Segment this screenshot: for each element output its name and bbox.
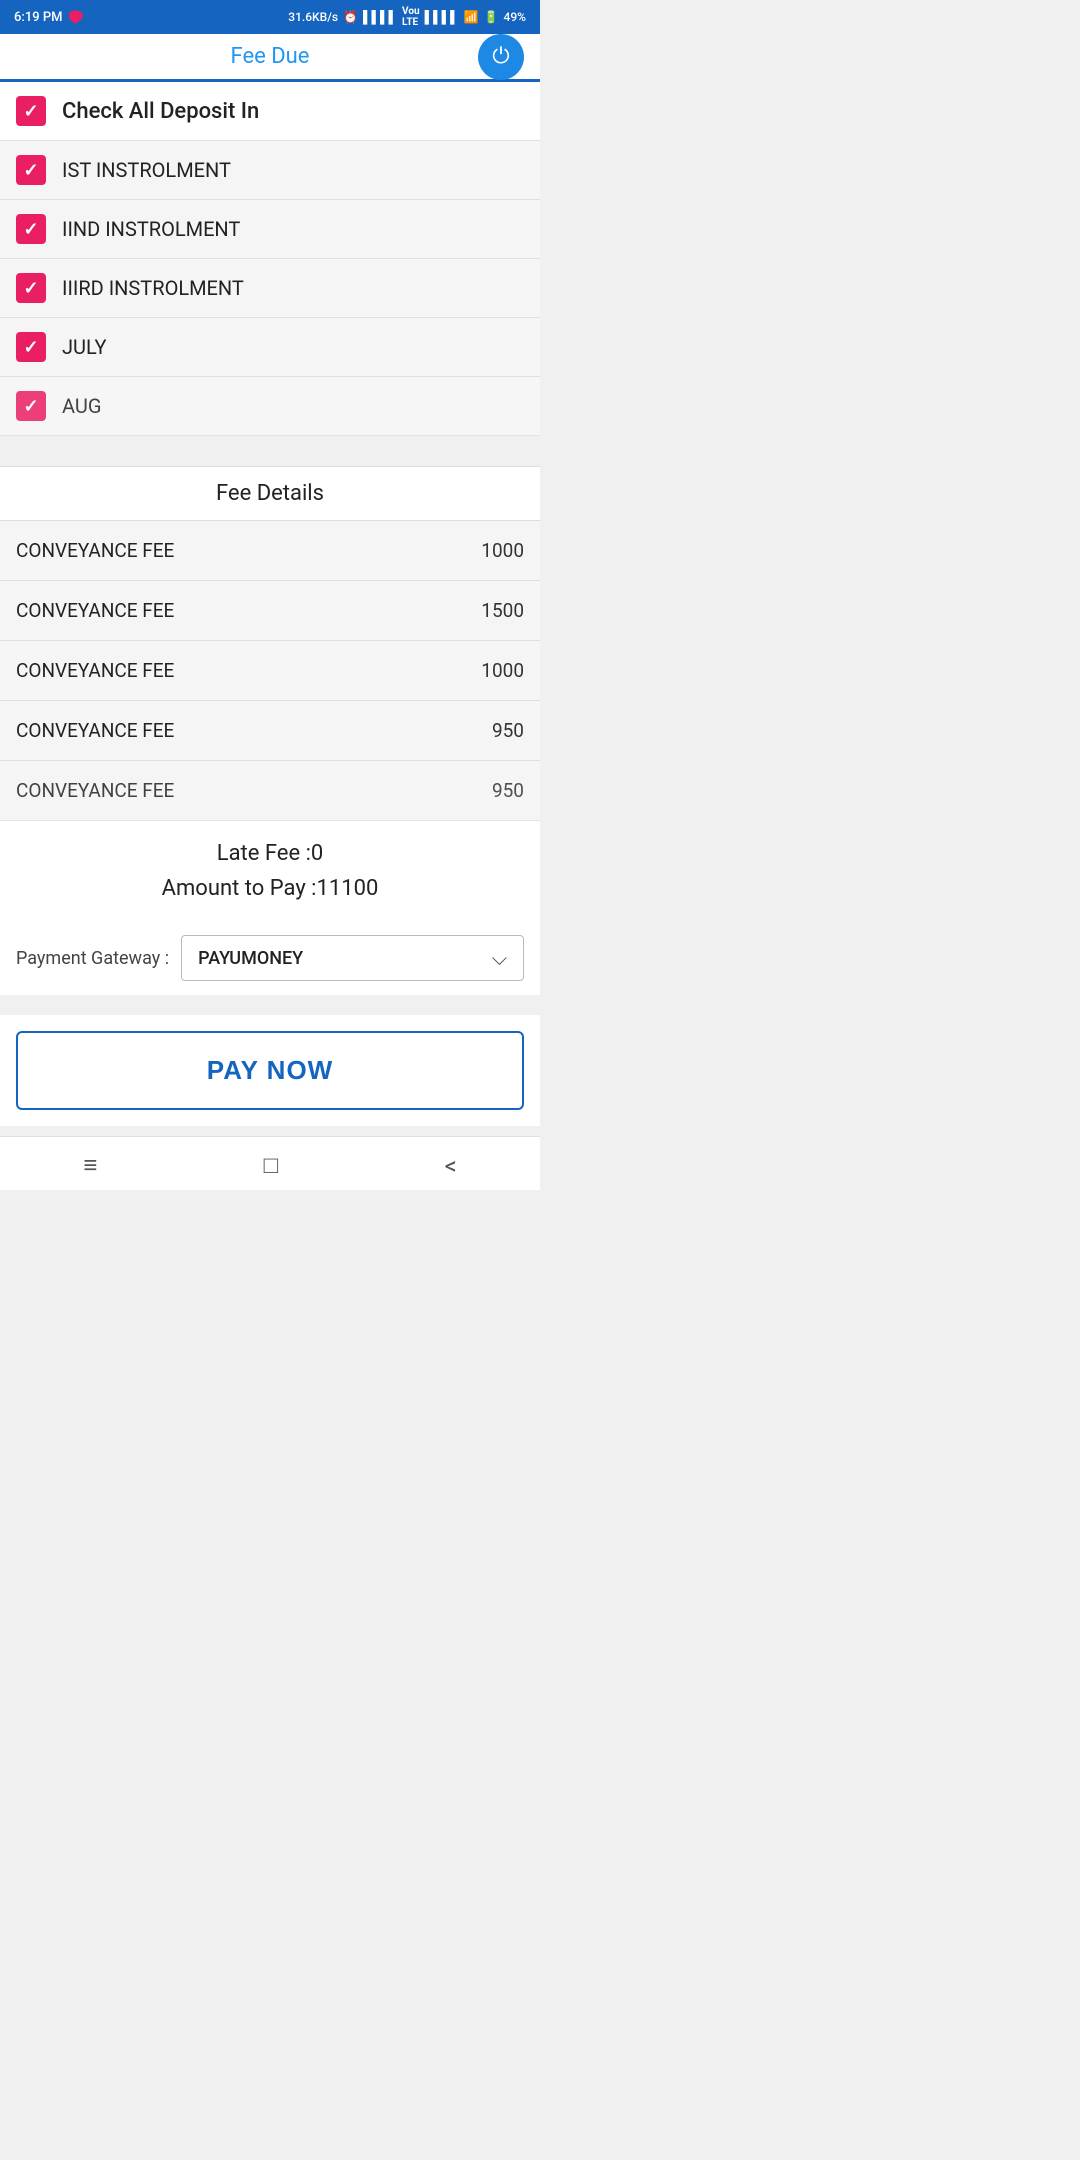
checkmark-icon: ✓ [23,219,38,240]
aug-item[interactable]: ✓ AUG [0,377,540,436]
installment-1-item[interactable]: ✓ IST INSTROLMENT [0,141,540,200]
signal2-icon: ▌▌▌▌ [425,10,459,24]
amount-to-pay-text: Amount to Pay :11100 [16,876,524,901]
check-all-checkbox[interactable]: ✓ [16,96,46,126]
pay-now-button[interactable]: PAY NOW [16,1031,524,1110]
fee-row-3-amount: 1000 [481,659,524,682]
checkmark-icon: ✓ [23,396,38,417]
battery-icon: 🔋 [484,10,499,24]
spacer [0,436,540,466]
signal-icon: ▌▌▌▌ [363,10,397,24]
installment-2-item[interactable]: ✓ IIND INSTROLMENT [0,200,540,259]
july-item[interactable]: ✓ JULY [0,318,540,377]
installment-3-label: IIIRD INSTROLMENT [62,276,244,300]
fee-row-2-amount: 1500 [481,599,524,622]
july-label: JULY [62,335,106,359]
fee-details-section: Fee Details CONVEYANCE FEE 1000 CONVEYAN… [0,466,540,821]
power-button[interactable]: ⏻ [478,34,524,80]
shield-icon [69,10,83,24]
app-header: Fee Due ⏻ [0,34,540,82]
lte-icon: VouLTE [402,6,420,28]
chevron-down-icon: ⌵ [492,946,507,970]
payment-gateway-label: Payment Gateway : [16,948,169,969]
power-icon: ⏻ [492,46,509,68]
fee-row-5-label: CONVEYANCE FEE [16,779,174,802]
back-icon[interactable]: < [445,1152,457,1180]
fee-row-4-label: CONVEYANCE FEE [16,719,174,742]
installment-1-label: IST INSTROLMENT [62,158,231,182]
wifi-icon: 📶 [464,10,479,24]
fee-row-1-amount: 1000 [481,539,524,562]
network-speed: 31.6KB/s [288,10,338,24]
checkmark-icon: ✓ [23,160,38,181]
fee-details-title: Fee Details [216,481,324,506]
installment-2-checkbox[interactable]: ✓ [16,214,46,244]
payment-gateway-value: PAYUMONEY [198,948,303,969]
fee-row-5-amount: 950 [492,779,524,802]
fee-row-1: CONVEYANCE FEE 1000 [0,521,540,581]
july-checkbox[interactable]: ✓ [16,332,46,362]
aug-label: AUG [62,394,101,418]
payment-gateway-row: Payment Gateway : PAYUMONEY ⌵ [0,921,540,995]
fee-row-2-label: CONVEYANCE FEE [16,599,174,622]
installment-2-label: IIND INSTROLMENT [62,217,240,241]
status-bar: 6:19 PM 31.6KB/s ⏰ ▌▌▌▌ VouLTE ▌▌▌▌ 📶 🔋 … [0,0,540,34]
aug-checkbox[interactable]: ✓ [16,391,46,421]
late-fee-text: Late Fee :0 [16,841,524,866]
summary-section: Late Fee :0 Amount to Pay :11100 [0,821,540,921]
fee-details-header: Fee Details [0,466,540,521]
fee-row-4-amount: 950 [492,719,524,742]
checkmark-icon: ✓ [23,101,38,122]
home-square-icon[interactable]: □ [264,1151,279,1180]
pay-now-section: PAY NOW [0,1015,540,1126]
status-right: 31.6KB/s ⏰ ▌▌▌▌ VouLTE ▌▌▌▌ 📶 🔋 49% [288,6,526,28]
fee-row-2: CONVEYANCE FEE 1500 [0,581,540,641]
time-display: 6:19 PM [14,10,63,25]
fee-row-4: CONVEYANCE FEE 950 [0,701,540,761]
menu-icon[interactable]: ≡ [83,1151,97,1180]
bottom-navigation: ≡ □ < [0,1136,540,1190]
fee-row-3-label: CONVEYANCE FEE [16,659,174,682]
payment-gateway-select[interactable]: PAYUMONEY ⌵ [181,935,524,981]
checkmark-icon: ✓ [23,278,38,299]
installment-3-item[interactable]: ✓ IIIRD INSTROLMENT [0,259,540,318]
installment-3-checkbox[interactable]: ✓ [16,273,46,303]
fee-row-1-label: CONVEYANCE FEE [16,539,174,562]
installment-1-checkbox[interactable]: ✓ [16,155,46,185]
page-title: Fee Due [231,44,310,69]
checkmark-icon: ✓ [23,337,38,358]
fee-row-5: CONVEYANCE FEE 950 [0,761,540,821]
status-left: 6:19 PM [14,10,83,25]
checkbox-section: ✓ Check All Deposit In ✓ IST INSTROLMENT… [0,82,540,436]
alarm-icon: ⏰ [343,10,358,24]
battery-percent: 49% [504,10,526,24]
check-all-label: Check All Deposit In [62,99,259,124]
check-all-item[interactable]: ✓ Check All Deposit In [0,82,540,141]
fee-row-3: CONVEYANCE FEE 1000 [0,641,540,701]
